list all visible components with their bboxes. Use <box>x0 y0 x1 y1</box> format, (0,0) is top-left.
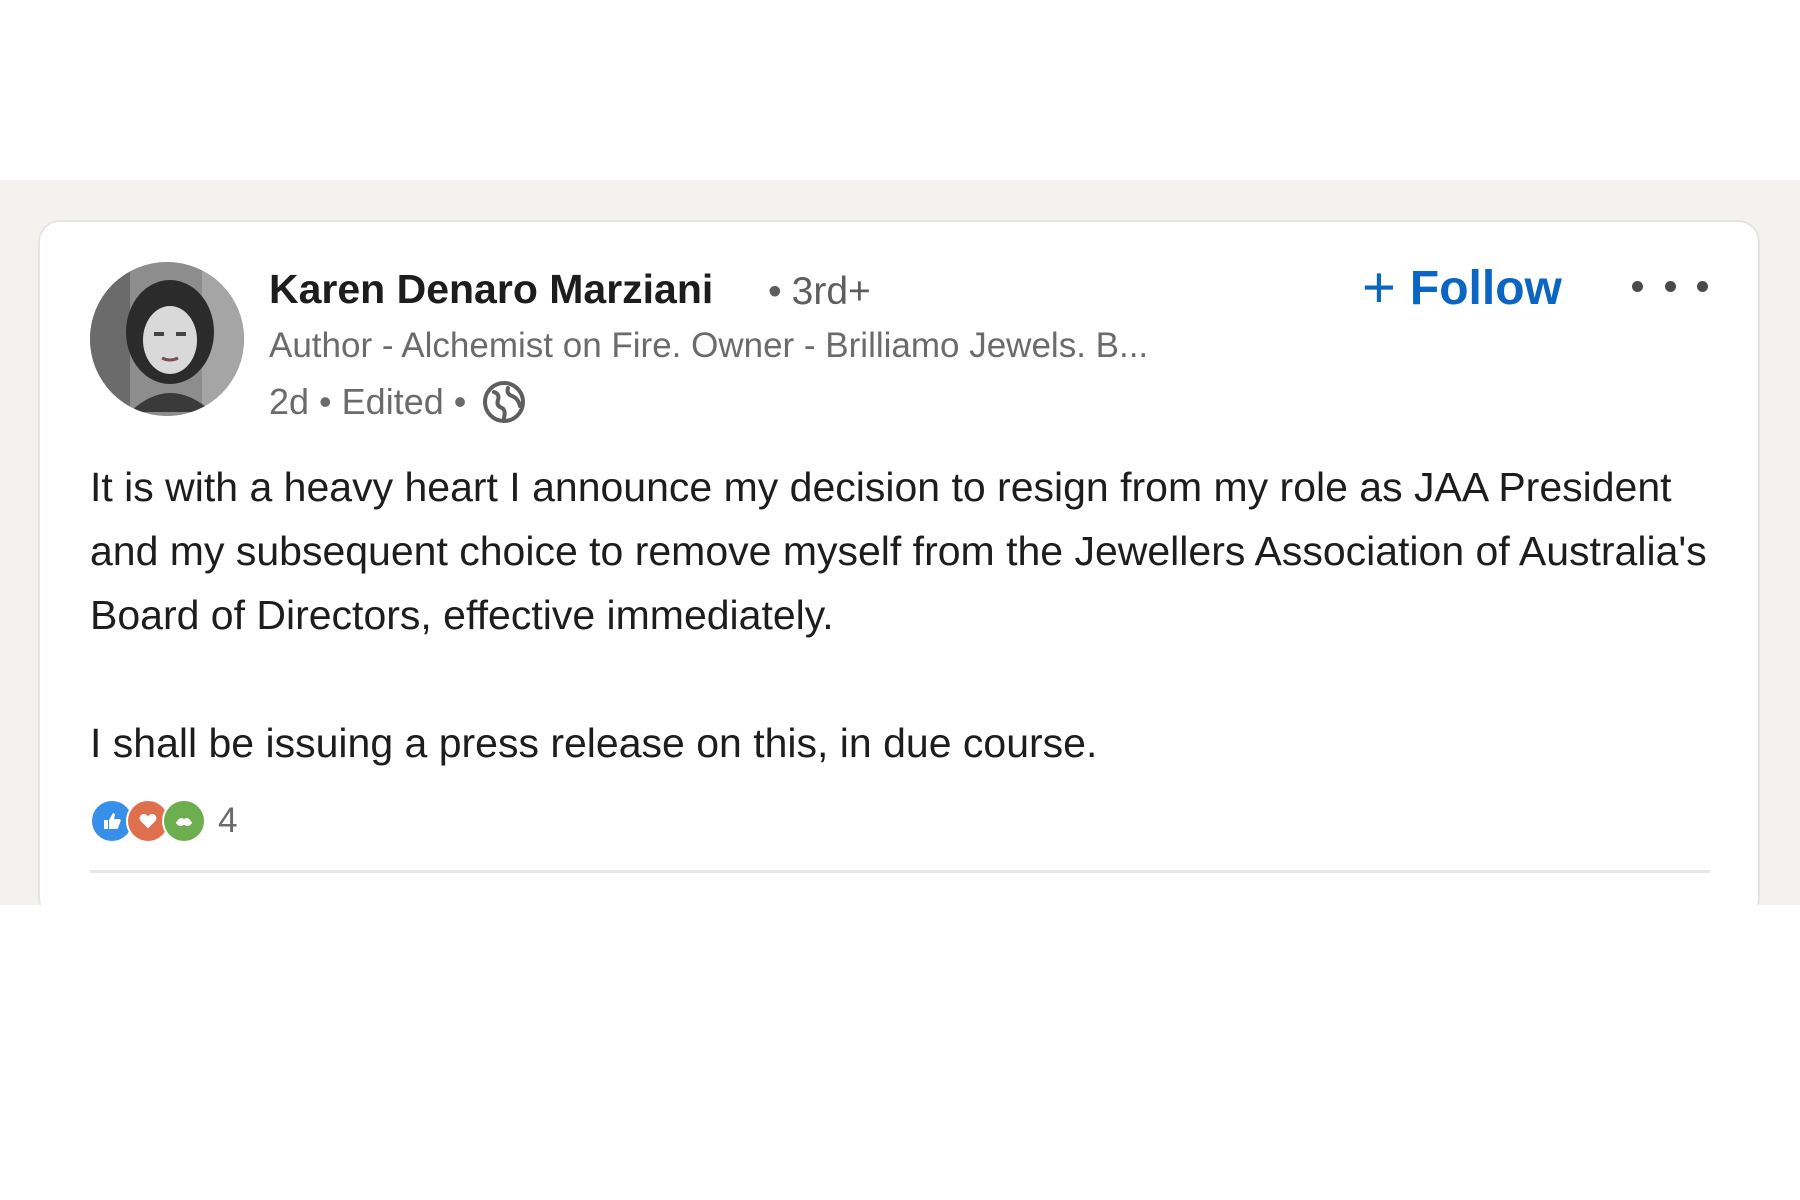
reaction-count: 4 <box>218 801 238 840</box>
post-paragraph: It is with a heavy heart I announce my d… <box>90 464 1707 638</box>
page-background <box>0 905 1800 1200</box>
follow-label: Follow <box>1409 261 1562 315</box>
author-avatar[interactable] <box>90 262 244 416</box>
ellipsis-icon <box>1664 280 1676 292</box>
edited-label: Edited <box>341 381 444 422</box>
support-icon <box>162 799 206 843</box>
ellipsis-icon <box>1632 280 1643 292</box>
post-meta: 2d • Edited • <box>269 378 526 426</box>
profile-photo-icon <box>90 262 244 416</box>
author-name[interactable]: Karen Denaro Marziani <box>269 266 713 313</box>
post-divider <box>90 870 1710 873</box>
connection-degree-text: 3rd+ <box>791 270 871 313</box>
globe-icon <box>482 380 526 424</box>
separator-dot: • <box>453 381 467 422</box>
separator-dot: • <box>768 270 782 313</box>
separator-dot: • <box>319 381 332 422</box>
follow-button[interactable]: + Follow <box>1362 258 1562 318</box>
reactions-summary[interactable]: 4 <box>90 798 237 844</box>
author-headline: Author - Alchemist on Fire. Owner - Bril… <box>269 326 1149 365</box>
post-body: It is with a heavy heart I announce my d… <box>90 455 1730 775</box>
more-options-button[interactable] <box>1632 266 1708 306</box>
ellipsis-icon <box>1697 280 1708 292</box>
post-paragraph: I shall be issuing a press release on th… <box>90 720 1098 766</box>
plus-icon: + <box>1362 255 1396 320</box>
connection-degree: • 3rd+ <box>768 270 871 314</box>
post-time: 2d <box>269 381 310 422</box>
